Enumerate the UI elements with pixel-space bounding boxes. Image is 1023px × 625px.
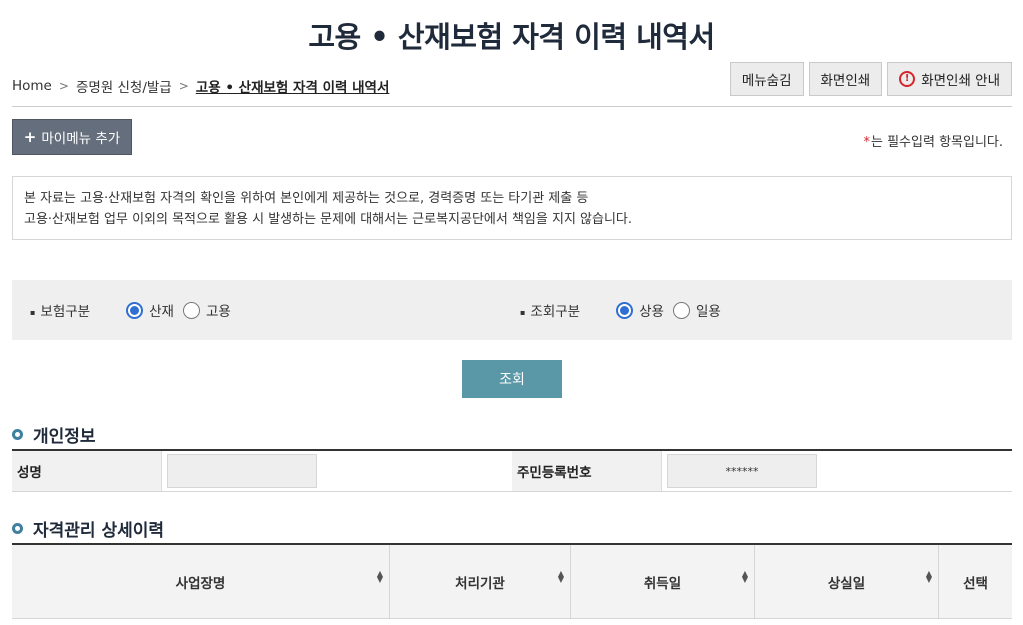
radio-insurance-sanjae[interactable]: 산재 bbox=[126, 300, 174, 320]
detail-history-title: 자격관리 상세이력 bbox=[33, 521, 165, 541]
personal-info-table: 성명 주민등록번호 ****** bbox=[12, 449, 1012, 492]
radio-unchecked-icon bbox=[182, 301, 200, 319]
radio-insurance-goyong[interactable]: 고용 bbox=[182, 300, 231, 320]
inquiry-type-group: 조회구분 상용 일용 bbox=[520, 280, 730, 340]
column-header-loss-date[interactable]: 상실일 ▲ ▼ bbox=[755, 545, 939, 618]
breadcrumb: Home > 증명원 신청/발급 > 고용 • 산재보험 자격 이력 내역서 bbox=[12, 76, 389, 96]
warning-icon: ! bbox=[899, 71, 916, 87]
rrn-cell: ****** bbox=[662, 451, 1012, 491]
sort-icon[interactable]: ▲ ▼ bbox=[377, 570, 383, 584]
notice-line-1: 본 자료는 고용·산재보험 자격의 확인을 위하여 본인에게 제공하는 것으로,… bbox=[24, 191, 589, 206]
column-header-acquire-date[interactable]: 취득일 ▲ ▼ bbox=[571, 545, 755, 618]
column-label: 처리기관 bbox=[455, 575, 505, 592]
rrn-label: 주민등록번호 bbox=[512, 451, 662, 491]
search-button[interactable]: 조회 bbox=[462, 360, 562, 398]
name-value bbox=[167, 454, 317, 488]
top-button-group: 메뉴숨김 화면인쇄 ! 화면인쇄 안내 bbox=[729, 62, 1012, 96]
header-divider bbox=[12, 106, 1012, 107]
print-guide-label: 화면인쇄 안내 bbox=[921, 73, 1000, 89]
insurance-type-group: 보험구분 산재 고용 bbox=[30, 280, 240, 340]
bullet-circle-icon bbox=[12, 429, 23, 440]
page-title: 고용 • 산재보험 자격 이력 내역서 bbox=[308, 20, 715, 54]
personal-info-heading: 개인정보 bbox=[12, 422, 96, 447]
detail-history-table-header: 사업장명 ▲ ▼ 처리기관 ▲ ▼ 취득일 ▲ ▼ 상실일 ▲ ▼ 선택 bbox=[12, 543, 1012, 619]
personal-info-title: 개인정보 bbox=[33, 427, 96, 447]
plus-icon: + bbox=[23, 128, 37, 146]
name-label: 성명 bbox=[12, 451, 162, 491]
rrn-value: ****** bbox=[667, 454, 817, 488]
radio-label: 산재 bbox=[149, 304, 174, 320]
insurance-type-label: 보험구분 bbox=[30, 300, 90, 320]
required-note: *는 필수입력 항목입니다. bbox=[864, 131, 1004, 150]
chevron-right-icon: > bbox=[58, 79, 69, 93]
search-panel: 보험구분 산재 고용 조회구분 상용 일용 bbox=[12, 280, 1012, 340]
add-mymenu-button[interactable]: + 마이메뉴 추가 bbox=[12, 119, 132, 155]
column-header-select: 선택 bbox=[939, 545, 1012, 618]
inquiry-type-label: 조회구분 bbox=[520, 300, 580, 320]
radio-inquiry-ilyong[interactable]: 일용 bbox=[672, 300, 721, 320]
radio-checked-icon bbox=[126, 301, 144, 319]
column-label: 선택 bbox=[963, 575, 988, 592]
sort-icon[interactable]: ▲ ▼ bbox=[558, 570, 564, 584]
notice-box: 본 자료는 고용·산재보험 자격의 확인을 위하여 본인에게 제공하는 것으로,… bbox=[12, 176, 1012, 240]
name-cell bbox=[162, 451, 512, 491]
radio-label: 상용 bbox=[639, 304, 664, 320]
breadcrumb-current[interactable]: 고용 • 산재보험 자격 이력 내역서 bbox=[196, 76, 390, 96]
detail-history-heading: 자격관리 상세이력 bbox=[12, 516, 164, 541]
bullet-circle-icon bbox=[12, 523, 23, 534]
radio-checked-icon bbox=[616, 301, 634, 319]
add-mymenu-label: 마이메뉴 추가 bbox=[41, 131, 121, 147]
column-label: 상실일 bbox=[827, 575, 866, 592]
required-star: * bbox=[863, 135, 871, 150]
chevron-right-icon: > bbox=[178, 79, 189, 93]
column-label: 사업장명 bbox=[175, 575, 226, 592]
radio-label: 고용 bbox=[205, 304, 231, 320]
hide-menu-button[interactable]: 메뉴숨김 bbox=[729, 62, 804, 96]
print-guide-button[interactable]: ! 화면인쇄 안내 bbox=[887, 62, 1012, 96]
required-note-text: 는 필수입력 항목입니다. bbox=[871, 135, 1003, 150]
sort-icon[interactable]: ▲ ▼ bbox=[926, 570, 932, 584]
breadcrumb-home[interactable]: Home bbox=[12, 78, 52, 94]
column-header-agency[interactable]: 처리기관 ▲ ▼ bbox=[390, 545, 571, 618]
radio-label: 일용 bbox=[695, 304, 721, 320]
sort-icon[interactable]: ▲ ▼ bbox=[742, 570, 748, 584]
column-label: 취득일 bbox=[643, 575, 682, 592]
radio-inquiry-sangyong[interactable]: 상용 bbox=[616, 300, 664, 320]
print-button[interactable]: 화면인쇄 bbox=[808, 62, 883, 96]
notice-line-2: 고용·산재보험 업무 이외의 목적으로 활용 시 발생하는 문제에 대해서는 근… bbox=[24, 212, 633, 227]
breadcrumb-level1[interactable]: 증명원 신청/발급 bbox=[76, 76, 172, 96]
radio-unchecked-icon bbox=[672, 301, 690, 319]
column-header-business-name[interactable]: 사업장명 ▲ ▼ bbox=[12, 545, 390, 618]
